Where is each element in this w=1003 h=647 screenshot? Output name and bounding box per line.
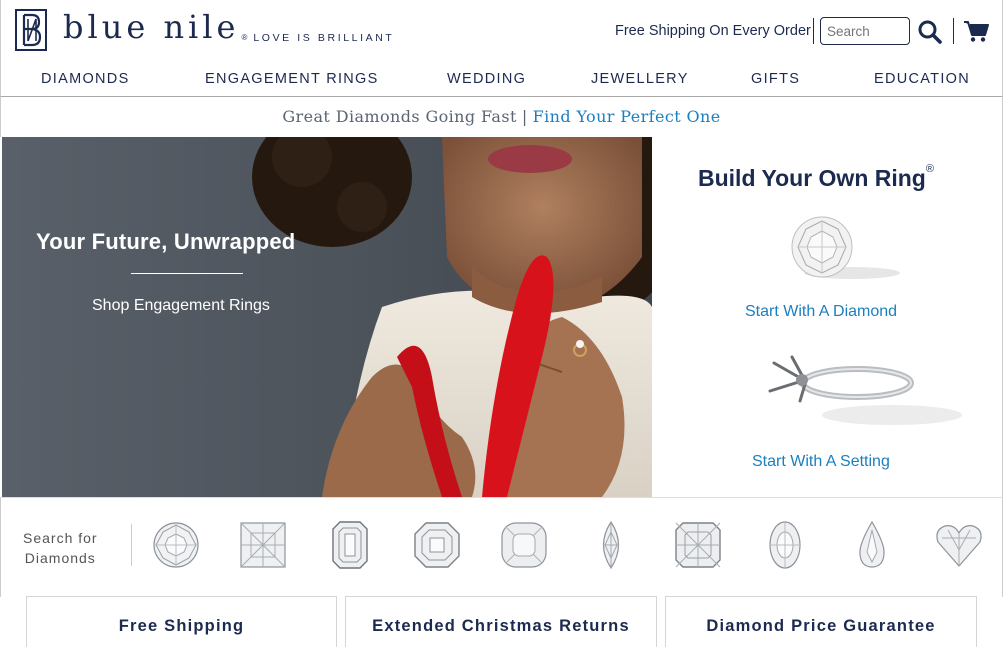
main-nav: DIAMONDS ENGAGEMENT RINGS WEDDING JEWELL… [0,62,1003,97]
nav-item-engagement-rings[interactable]: ENGAGEMENT RINGS [205,71,379,87]
emerald-diamond-icon[interactable] [325,520,375,570]
promo-link[interactable]: Find Your Perfect One [533,107,721,126]
nav-item-gifts[interactable]: GIFTS [751,71,800,87]
search-icon[interactable] [917,19,943,45]
promo-separator: | [521,107,528,126]
cushion-diamond-icon[interactable] [499,520,549,570]
start-with-diamond-link[interactable]: Start With A Diamond [745,303,897,321]
start-with-setting-link[interactable]: Start With A Setting [752,453,890,471]
hero-title: Your Future, Unwrapped [36,229,296,254]
hero-image [2,137,652,497]
build-title-reg: ® [925,163,934,175]
diamond-shape-search: Search for Diamonds [0,497,1003,597]
feature-free-shipping[interactable]: Free Shipping [26,596,337,647]
free-shipping-notice[interactable]: Free Shipping On Every Order [615,23,811,39]
search-input[interactable] [820,17,910,45]
nav-item-wedding[interactable]: WEDDING [447,71,526,87]
build-title-text: Build Your Own Ring [698,165,926,191]
asscher-diamond-icon[interactable] [412,520,462,570]
oval-diamond-icon[interactable] [760,520,810,570]
promo-banner: Great Diamonds Going Fast | Find Your Perf… [0,97,1003,137]
shapes-divider [131,524,132,566]
round-diamond-icon[interactable] [151,520,201,570]
princess-diamond-icon[interactable] [238,520,288,570]
build-your-own-ring: Build Your Own Ring® Start With A Diamon… [652,137,1003,497]
marquise-diamond-icon[interactable] [586,520,636,570]
nav-item-jewellery[interactable]: JEWELLERY [591,71,689,87]
build-title: Build Your Own Ring® [698,163,934,192]
logo-wordmark: blue nile [63,8,240,46]
pear-diamond-icon[interactable] [847,520,897,570]
site-header: blue nile ® LOVE IS BRILLIANT Free Shipp… [0,0,1003,62]
logo-tagline: LOVE IS BRILLIANT [253,32,395,44]
hero-banner[interactable]: Your Future, Unwrapped Shop Engagement R… [2,137,652,497]
cart-icon[interactable] [963,19,989,43]
setting-image[interactable] [762,353,962,443]
diamond-image[interactable] [782,215,902,283]
shapes-label-line2: Diamonds [24,550,96,566]
hero-divider [131,273,243,274]
heart-diamond-icon[interactable] [934,520,984,570]
nav-item-education[interactable]: EDUCATION [874,71,970,87]
logo[interactable]: blue nile ® LOVE IS BRILLIANT [15,8,394,52]
promo-text: Great Diamonds Going Fast [282,107,517,126]
shapes-label: Search for Diamonds [23,528,98,568]
header-divider [813,18,814,44]
radiant-diamond-icon[interactable] [673,520,723,570]
logo-monogram-icon [15,9,47,51]
header-divider [953,18,954,44]
logo-registered-mark: ® [241,32,248,42]
shapes-label-line1: Search for [23,530,98,546]
feature-price-guarantee[interactable]: Diamond Price Guarantee [665,596,977,647]
nav-item-diamonds[interactable]: DIAMONDS [41,71,130,87]
feature-christmas-returns[interactable]: Extended Christmas Returns [345,596,657,647]
shop-engagement-rings-link[interactable]: Shop Engagement Rings [92,297,270,315]
